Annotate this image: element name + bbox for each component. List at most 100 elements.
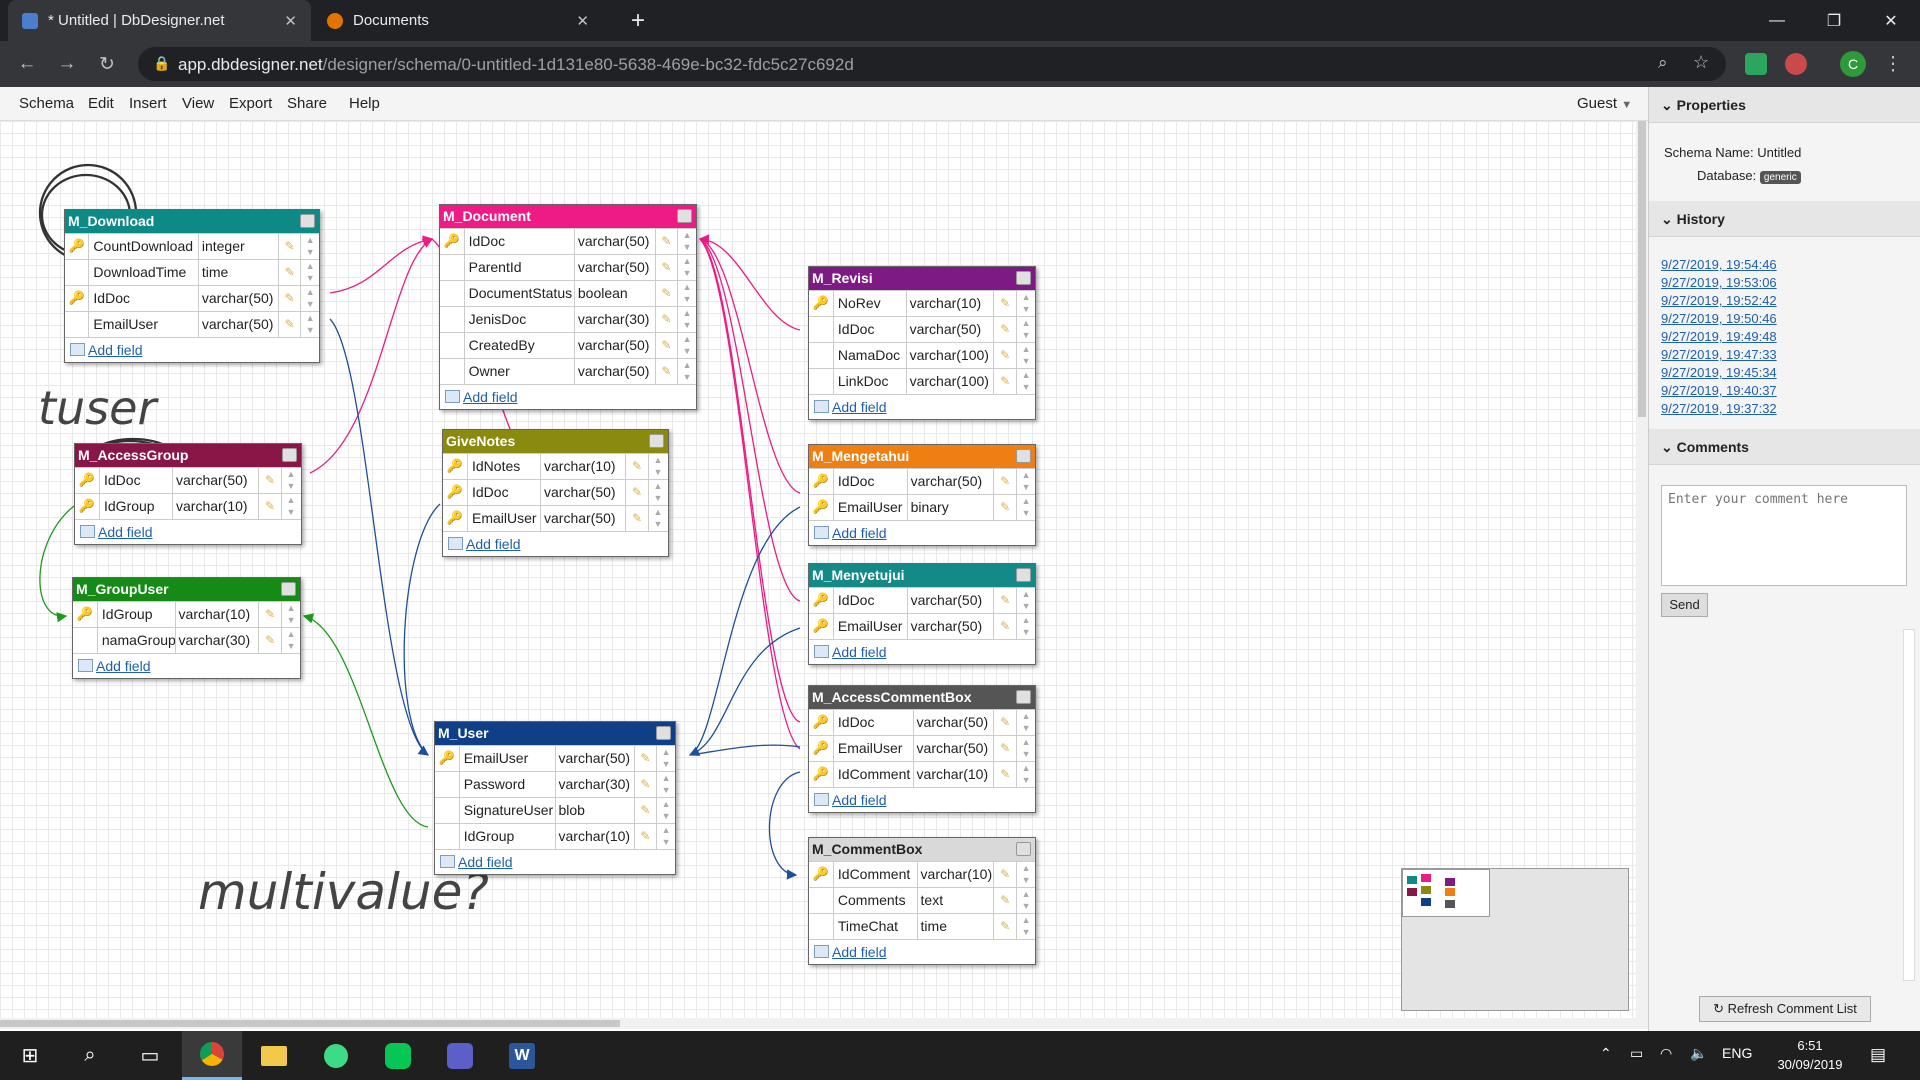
move-field-icon[interactable]: ▲ ▼: [1016, 736, 1035, 761]
table-header[interactable]: M_Download: [65, 210, 319, 233]
field-row[interactable]: SignatureUser blob ✎ ▲ ▼: [435, 797, 675, 823]
field-type[interactable]: varchar(50): [199, 312, 278, 337]
volume-icon[interactable]: 🔈: [1690, 1045, 1707, 1062]
table-header[interactable]: M_Revisi: [809, 267, 1035, 290]
edit-field-icon[interactable]: ✎: [654, 229, 678, 254]
field-type[interactable]: boolean: [575, 281, 655, 306]
field-type[interactable]: time: [918, 914, 994, 939]
move-field-icon[interactable]: ▲ ▼: [300, 312, 319, 337]
history-entry[interactable]: 9/27/2019, 19:53:06: [1661, 275, 1777, 290]
edit-field-icon[interactable]: ✎: [993, 762, 1016, 787]
history-entry[interactable]: 9/27/2019, 19:47:33: [1661, 347, 1777, 362]
edit-field-icon[interactable]: ✎: [277, 286, 300, 311]
edit-field-icon[interactable]: ✎: [258, 494, 281, 519]
field-name[interactable]: namaGroup: [98, 628, 176, 653]
edit-field-icon[interactable]: ✎: [993, 736, 1016, 761]
schema-canvas[interactable]: tuser multivalue? M_Download 🔑 CountDownlo…: [0, 121, 1636, 1018]
field-name[interactable]: IdGroup: [100, 494, 173, 519]
field-name[interactable]: DocumentStatus: [465, 281, 575, 306]
menu-insert[interactable]: Insert: [129, 95, 167, 112]
field-row[interactable]: 🔑 IdDoc varchar(50) ✎ ▲ ▼: [440, 228, 696, 254]
edit-field-icon[interactable]: ✎: [277, 312, 300, 337]
edit-field-icon[interactable]: ✎: [654, 359, 678, 384]
close-window-icon[interactable]: ✕: [1868, 0, 1914, 41]
field-type[interactable]: varchar(10): [918, 862, 994, 887]
field-row[interactable]: 🔑 IdDoc varchar(50) ✎ ▲ ▼: [809, 468, 1035, 494]
new-tab-button[interactable]: +: [615, 0, 661, 41]
edit-field-icon[interactable]: ✎: [277, 260, 300, 285]
clock[interactable]: 6:51 30/09/2019: [1770, 1036, 1850, 1074]
field-row[interactable]: 🔑 IdDoc varchar(50) ✎ ▲ ▼: [75, 467, 301, 493]
edit-field-icon[interactable]: ✎: [993, 888, 1016, 913]
search-icon[interactable]: ⌕: [60, 1031, 120, 1080]
restore-window-icon[interactable]: ❐: [1811, 0, 1857, 41]
menu-edit[interactable]: Edit: [88, 95, 114, 112]
edit-field-icon[interactable]: ✎: [993, 369, 1016, 394]
move-field-icon[interactable]: ▲ ▼: [281, 468, 300, 493]
add-field-link[interactable]: Add field: [832, 944, 886, 960]
minimap-viewport[interactable]: [1402, 869, 1490, 917]
move-field-icon[interactable]: ▲ ▼: [1016, 369, 1035, 394]
field-row[interactable]: LinkDoc varchar(100) ✎ ▲ ▼: [809, 368, 1035, 394]
move-field-icon[interactable]: ▲ ▼: [1016, 588, 1035, 613]
edit-field-icon[interactable]: ✎: [625, 454, 648, 479]
edit-field-icon[interactable]: ✎: [654, 255, 678, 280]
panel-scrollbar[interactable]: [1903, 629, 1915, 981]
field-row[interactable]: 🔑 IdDoc varchar(50) ✎ ▲ ▼: [809, 709, 1035, 735]
move-field-icon[interactable]: ▲ ▼: [1016, 495, 1035, 520]
field-name[interactable]: IdDoc: [100, 468, 173, 493]
field-type[interactable]: varchar(50): [556, 746, 634, 771]
move-field-icon[interactable]: ▲ ▼: [677, 307, 696, 332]
field-row[interactable]: Password varchar(30) ✎ ▲ ▼: [435, 771, 675, 797]
edit-table-icon[interactable]: [1016, 271, 1031, 285]
table-header[interactable]: GiveNotes: [443, 430, 668, 453]
add-field-button[interactable]: Add field: [809, 639, 1035, 664]
history-entry[interactable]: 9/27/2019, 19:54:46: [1661, 257, 1777, 272]
field-type[interactable]: varchar(50): [914, 736, 994, 761]
field-row[interactable]: DocumentStatus boolean ✎ ▲ ▼: [440, 280, 696, 306]
move-field-icon[interactable]: ▲ ▼: [1016, 343, 1035, 368]
edit-table-icon[interactable]: [300, 214, 315, 228]
add-field-link[interactable]: Add field: [466, 536, 520, 552]
edit-field-icon[interactable]: ✎: [633, 772, 657, 797]
field-row[interactable]: 🔑 IdComment varchar(10) ✎ ▲ ▼: [809, 861, 1035, 887]
user-menu[interactable]: Guest ▼: [1577, 95, 1632, 112]
field-name[interactable]: EmailUser: [468, 506, 541, 531]
field-row[interactable]: 🔑 IdGroup varchar(10) ✎ ▲ ▼: [75, 493, 301, 519]
move-field-icon[interactable]: ▲ ▼: [1016, 862, 1035, 887]
field-type[interactable]: blob: [556, 798, 634, 823]
table-m_revisi[interactable]: M_Revisi 🔑 NoRev varchar(10) ✎ ▲ ▼ IdDoc varchar…: [808, 266, 1036, 420]
edit-table-icon[interactable]: [1016, 568, 1031, 582]
field-type[interactable]: varchar(30): [556, 772, 634, 797]
refresh-comment-list-button[interactable]: ↻ Refresh Comment List: [1699, 996, 1871, 1022]
add-field-button[interactable]: Add field: [73, 653, 300, 678]
field-name[interactable]: IdComment: [834, 762, 914, 787]
field-name[interactable]: IdDoc: [465, 229, 575, 254]
field-row[interactable]: 🔑 IdDoc varchar(50) ✎ ▲ ▼: [809, 587, 1035, 613]
move-field-icon[interactable]: ▲ ▼: [677, 281, 696, 306]
field-name[interactable]: SignatureUser: [460, 798, 556, 823]
field-type[interactable]: varchar(30): [176, 628, 259, 653]
field-type[interactable]: varchar(50): [575, 255, 655, 280]
field-name[interactable]: IdNotes: [468, 454, 541, 479]
scroll-thumb[interactable]: [1638, 121, 1646, 417]
field-row[interactable]: IdGroup varchar(10) ✎ ▲ ▼: [435, 823, 675, 849]
field-type[interactable]: varchar(50): [173, 468, 258, 493]
schema-name-value[interactable]: Untitled: [1757, 145, 1801, 160]
move-field-icon[interactable]: ▲ ▼: [300, 286, 319, 311]
field-type[interactable]: varchar(50): [541, 480, 625, 505]
move-field-icon[interactable]: ▲ ▼: [656, 824, 675, 849]
zoom-search-icon[interactable]: ⌕: [1658, 53, 1668, 73]
field-type[interactable]: varchar(10): [907, 291, 994, 316]
field-row[interactable]: IdDoc varchar(50) ✎ ▲ ▼: [809, 316, 1035, 342]
move-field-icon[interactable]: ▲ ▼: [677, 229, 696, 254]
edit-field-icon[interactable]: ✎: [993, 914, 1016, 939]
edit-field-icon[interactable]: ✎: [633, 746, 657, 771]
field-type[interactable]: varchar(10): [556, 824, 634, 849]
add-field-link[interactable]: Add field: [463, 389, 517, 405]
table-header[interactable]: M_AccessCommentBox: [809, 686, 1035, 709]
add-field-button[interactable]: Add field: [435, 849, 675, 874]
field-name[interactable]: IdDoc: [834, 469, 908, 494]
field-row[interactable]: 🔑 EmailUser binary ✎ ▲ ▼: [809, 494, 1035, 520]
edit-field-icon[interactable]: ✎: [993, 495, 1016, 520]
